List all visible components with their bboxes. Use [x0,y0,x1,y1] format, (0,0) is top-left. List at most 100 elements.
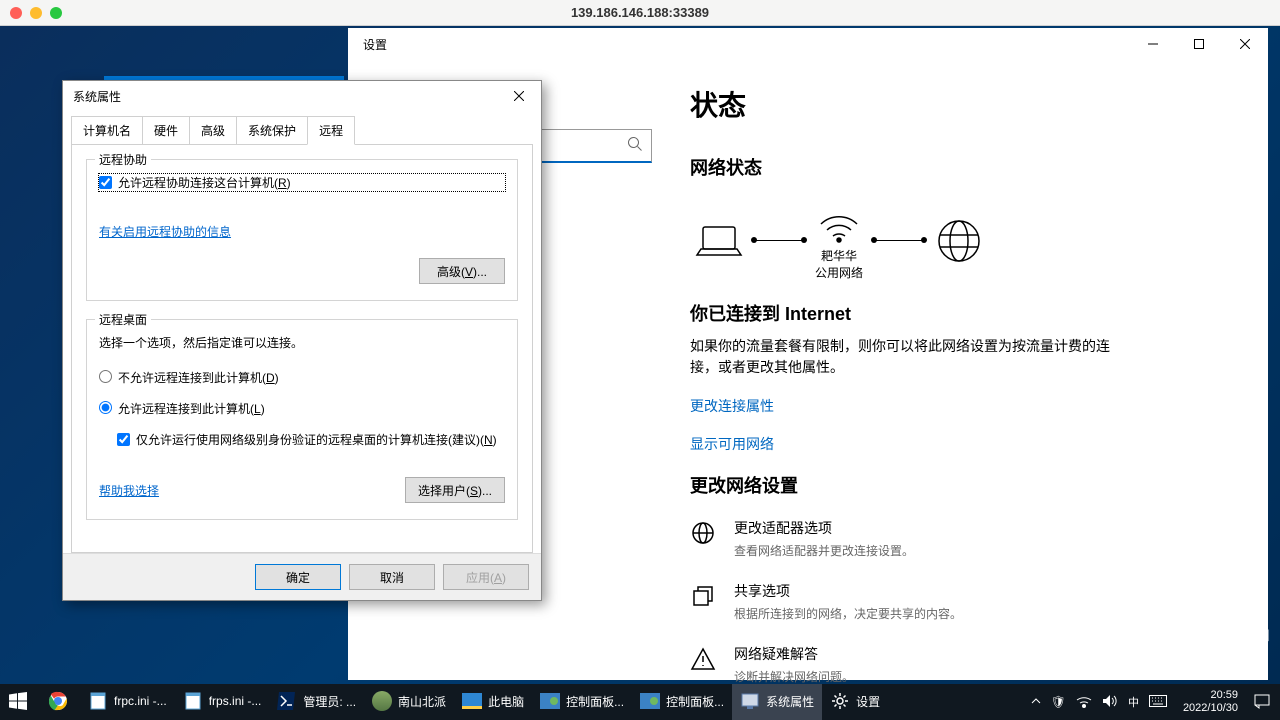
adapter-options-row[interactable]: 更改适配器选项查看网络适配器并更改连接设置。 [690,518,1268,559]
sysprops-titlebar[interactable]: 系统属性 [63,81,541,111]
settings-window-buttons [1130,28,1268,60]
taskbar-this-pc[interactable]: 此电脑 [454,684,532,720]
start-button[interactable] [0,684,40,720]
allow-remote-assistance-checkbox[interactable] [99,176,112,189]
sysdm-icon [740,691,760,711]
taskbar-label: 控制面板... [666,693,724,710]
settings-content: 状态 网络状态 耙华华 公用网络 你已连接到 Internet 如果你的流量套餐… [666,60,1268,707]
maximize-button[interactable] [1176,28,1222,60]
tray-security-icon[interactable]: 🛡 [1051,695,1066,709]
tab-computer-name[interactable]: 计算机名 [71,116,143,145]
laptop-icon [690,217,748,265]
tray-notifications-icon[interactable] [1254,693,1270,712]
connection-line [874,240,924,241]
close-button[interactable] [1222,28,1268,60]
taskbar-avatar[interactable]: 南山北派 [364,684,454,720]
wifi-type: 公用网络 [810,265,868,282]
tray-ime-icon[interactable]: 中 [1128,694,1139,710]
troubleshoot-icon [690,646,716,672]
allow-remote-radio[interactable] [99,401,112,414]
tab-remote[interactable]: 远程 [307,116,355,145]
taskbar-label: 管理员: ... [303,693,356,710]
remote-assistance-advanced-button[interactable]: 高级(V)... [419,258,505,284]
powershell-icon [277,691,297,711]
chrome-icon [48,691,68,711]
apply-button[interactable]: 应用(A) [443,564,529,590]
tab-system-protection[interactable]: 系统保护 [236,116,308,145]
sharing-icon [690,583,716,609]
taskbar-label: 南山北派 [398,693,446,710]
avatar-icon [372,691,392,711]
allow-remote-row[interactable]: 允许远程连接到此计算机(L) [99,400,505,417]
deny-remote-label: 不允许远程连接到此计算机(D) [118,369,279,386]
show-available-networks-link[interactable]: 显示可用网络 [690,434,1268,454]
minimize-button[interactable] [1130,28,1176,60]
troubleshoot-row[interactable]: 网络疑难解答诊断并解决网络问题。 [690,644,1268,685]
remote-assistance-legend: 远程协助 [95,151,151,168]
taskbar-frpc[interactable]: frpc.ini -... [80,684,175,720]
sysprops-action-row: 确定 取消 应用(A) [63,553,541,600]
sharing-options-row[interactable]: 共享选项根据所连接到的网络，决定要共享的内容。 [690,581,1268,622]
allow-remote-label: 允许远程连接到此计算机(L) [118,400,265,417]
control-panel-icon [540,691,560,711]
allow-remote-assistance-label: 允许远程协助连接这台计算机(R) [118,174,291,191]
sysprops-title: 系统属性 [73,88,121,105]
taskbar-clock[interactable]: 20:59 2022/10/30 [1177,689,1244,715]
allow-remote-assistance-row[interactable]: 允许远程协助连接这台计算机(R) [99,174,505,191]
gear-icon [830,691,850,711]
remote-desktop-legend: 远程桌面 [95,311,151,328]
control-panel-icon [640,691,660,711]
watermark: CSDN @欧菲斯集团 [1151,625,1270,644]
remote-desktop: 设置 状态 网络状态 [0,26,1280,684]
taskbar-label: 设置 [856,693,880,710]
remote-assistance-info-link[interactable]: 有关启用远程协助的信息 [99,225,231,239]
remote-desktop-group: 远程桌面 选择一个选项，然后指定谁可以连接。 不允许远程连接到此计算机(D) 允… [86,319,518,520]
wifi-icon [810,200,868,248]
taskbar-date: 2022/10/30 [1183,702,1238,715]
settings-window-title: 设置 [348,36,387,53]
nla-checkbox[interactable] [117,433,130,446]
taskbar-frps[interactable]: frps.ini -... [175,684,270,720]
taskbar-tray: 🛡 中 20:59 2022/10/30 [1021,684,1280,720]
troubleshoot-title: 网络疑难解答 [734,644,854,664]
change-network-heading: 更改网络设置 [690,472,1268,498]
taskbar-label: 控制面板... [566,693,624,710]
system-properties-dialog: 系统属性 计算机名 硬件 高级 系统保护 远程 远程协助 允许远程协助连接这台计… [62,80,542,601]
ok-button[interactable]: 确定 [255,564,341,590]
adapter-options-title: 更改适配器选项 [734,518,914,538]
troubleshoot-desc: 诊断并解决网络问题。 [734,668,854,685]
cancel-button[interactable]: 取消 [349,564,435,590]
sharing-options-desc: 根据所连接到的网络，决定要共享的内容。 [734,605,962,622]
select-users-button[interactable]: 选择用户(S)... [405,477,505,503]
adapter-icon [690,520,716,546]
tab-advanced[interactable]: 高级 [189,116,237,145]
tray-network-icon[interactable] [1076,694,1092,711]
explorer-icon [462,691,482,711]
connected-heading: 你已连接到 Internet [690,300,1268,326]
nla-row[interactable]: 仅允许运行使用网络级别身份验证的远程桌面的计算机连接(建议)(N) [117,431,505,449]
taskbar-sysprops[interactable]: 系统属性 [732,684,822,720]
taskbar-chrome[interactable] [40,684,80,720]
mac-window-title: 139.186.146.188:33389 [0,5,1280,20]
help-me-choose-link[interactable]: 帮助我选择 [99,482,159,499]
change-connection-props-link[interactable]: 更改连接属性 [690,396,1268,416]
tray-keyboard-icon[interactable] [1149,695,1167,710]
deny-remote-radio[interactable] [99,370,112,383]
taskbar-time: 20:59 [1183,689,1238,702]
taskbar: frpc.ini -... frps.ini -... 管理员: ... 南山北… [0,684,1280,720]
sysprops-close-button[interactable] [503,84,535,108]
tab-hardware[interactable]: 硬件 [142,116,190,145]
connection-line [754,240,804,241]
sharing-options-title: 共享选项 [734,581,962,601]
sysprops-remote-pane: 远程协助 允许远程协助连接这台计算机(R) 有关启用远程协助的信息 高级(V).… [71,144,533,553]
tray-chevron-icon[interactable] [1031,695,1041,709]
taskbar-cpl2[interactable]: 控制面板... [632,684,732,720]
tray-volume-icon[interactable] [1102,694,1118,711]
settings-titlebar[interactable]: 设置 [348,28,1268,60]
remote-desktop-prompt: 选择一个选项，然后指定谁可以连接。 [99,334,505,351]
wifi-name: 耙华华 [810,248,868,265]
deny-remote-row[interactable]: 不允许远程连接到此计算机(D) [99,369,505,386]
taskbar-cpl1[interactable]: 控制面板... [532,684,632,720]
taskbar-powershell[interactable]: 管理员: ... [269,684,364,720]
taskbar-settings[interactable]: 设置 [822,684,888,720]
